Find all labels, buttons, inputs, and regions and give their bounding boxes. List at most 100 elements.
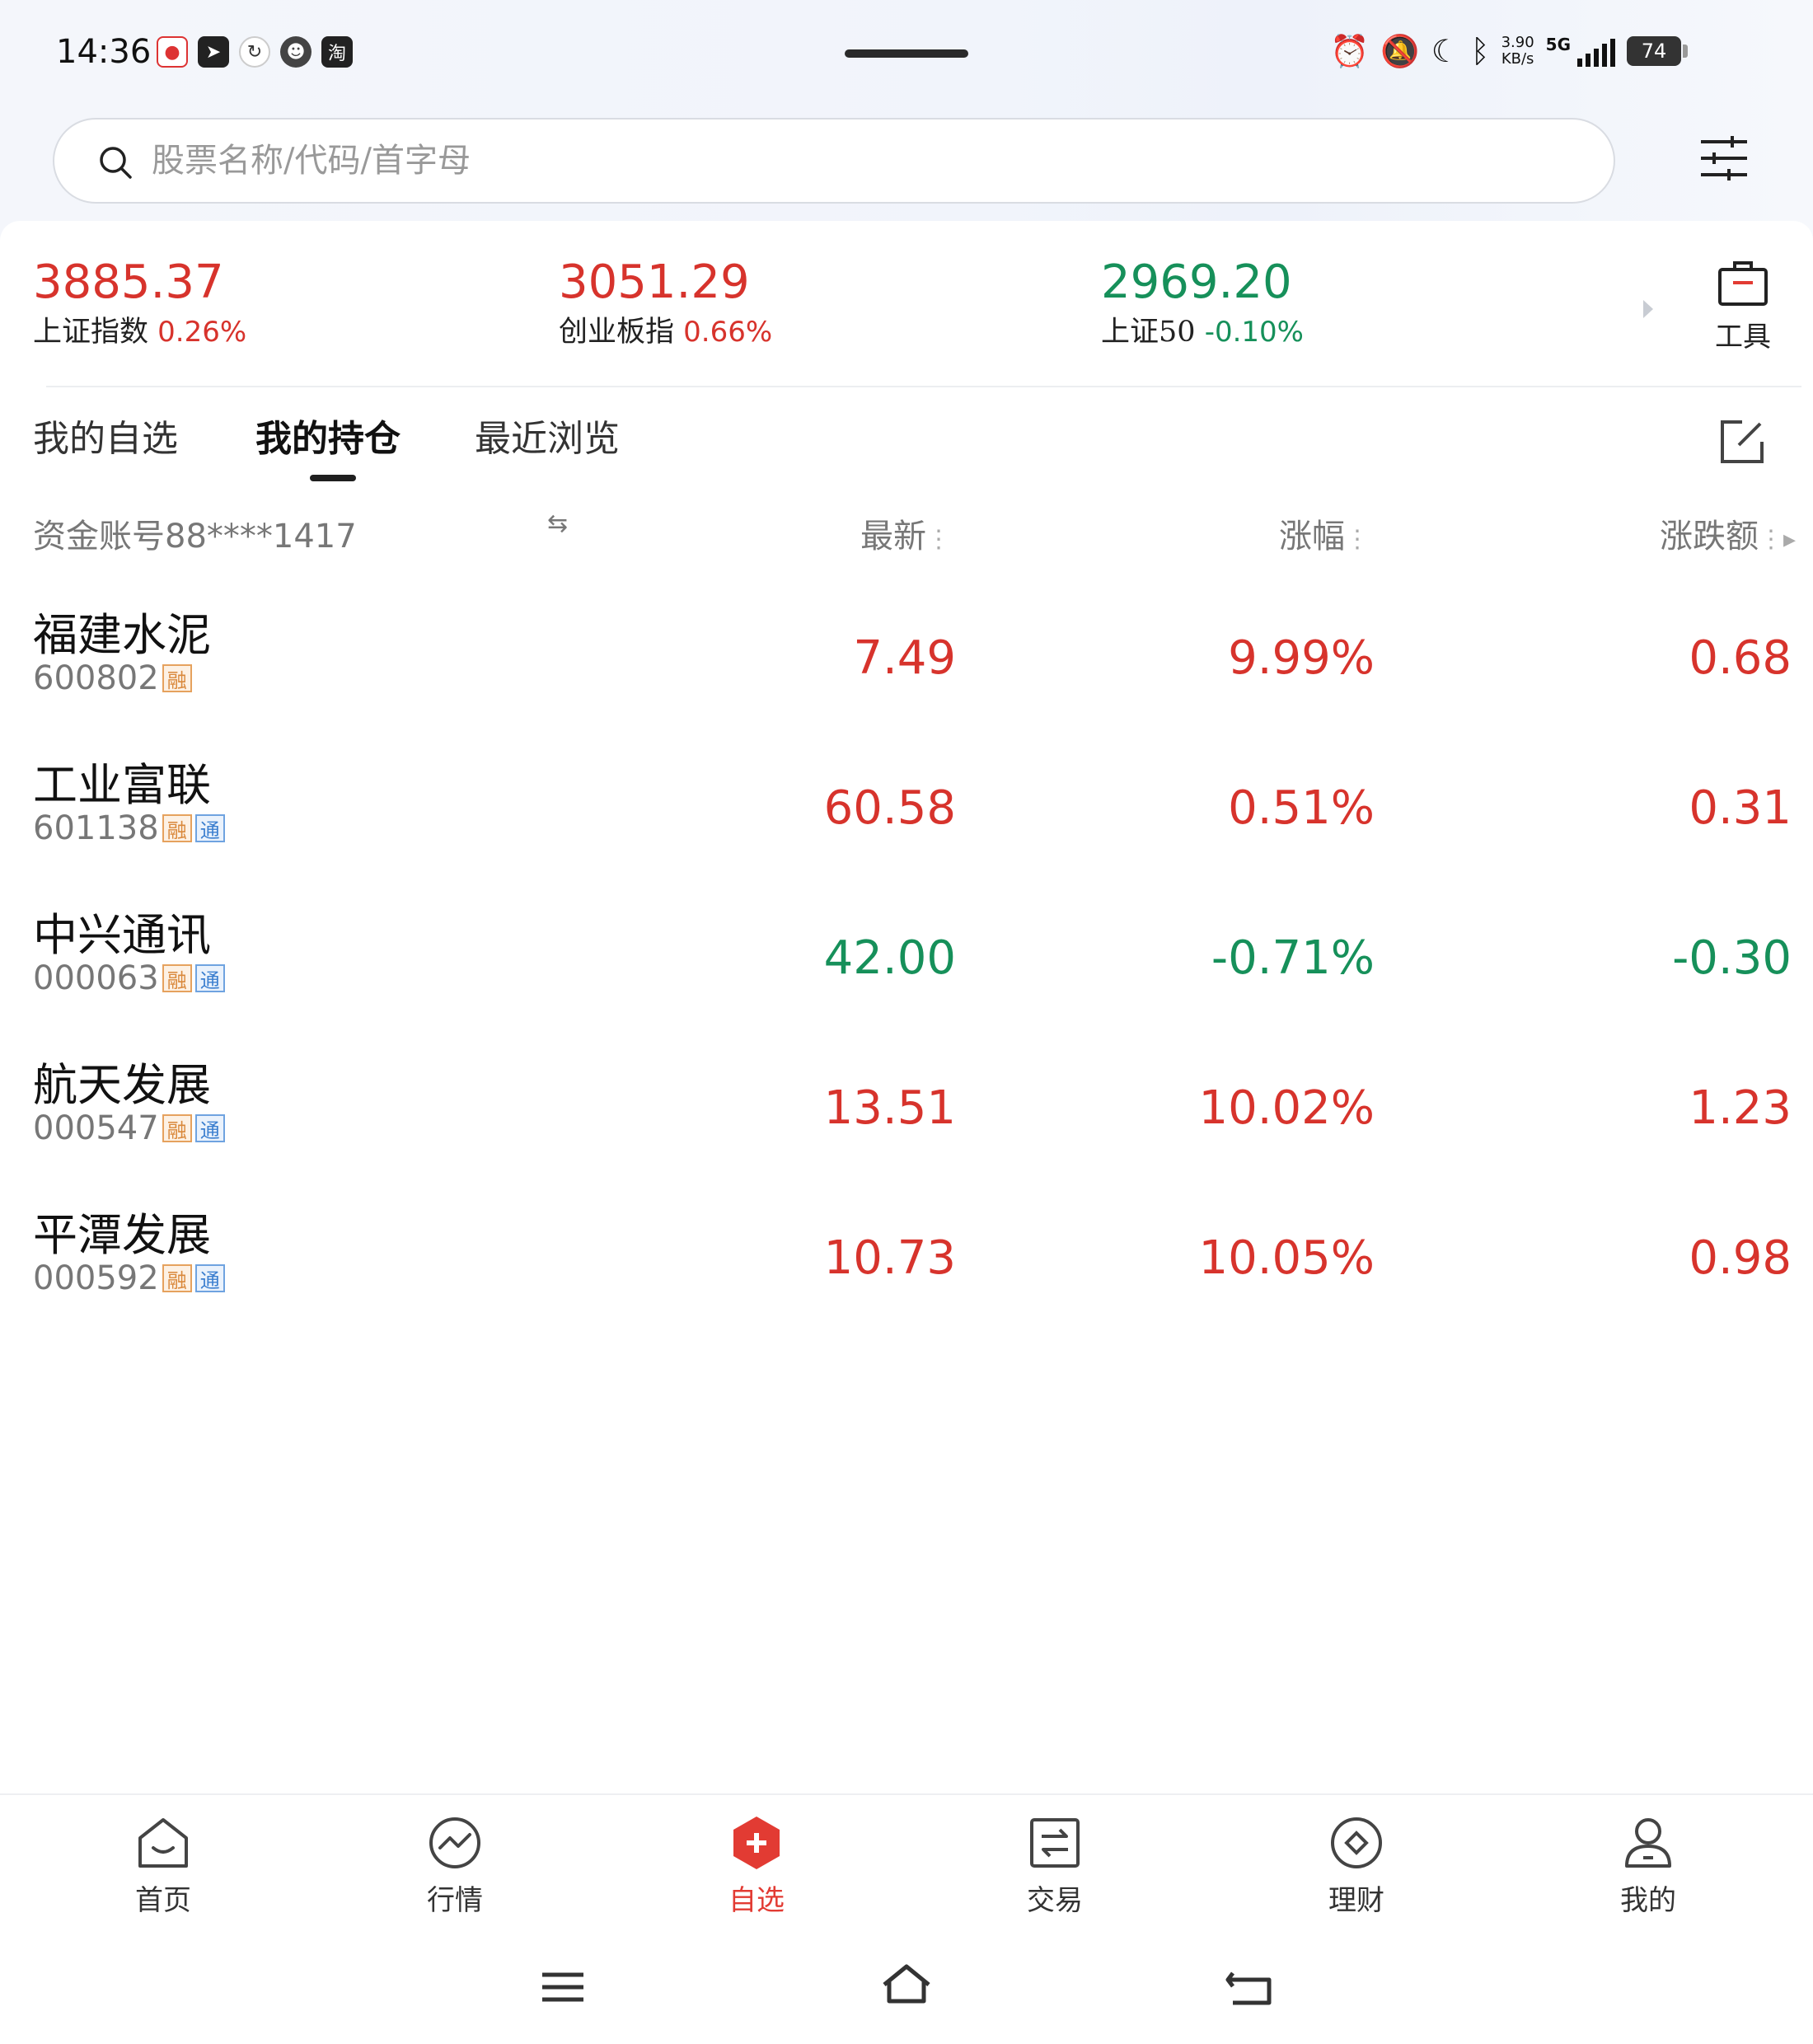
nav-market[interactable]: 行情 — [389, 1813, 521, 1918]
table-row[interactable]: 中兴通讯 000063 融通 42.00 -0.71% -0.30 — [0, 892, 1813, 1042]
tab-holdings[interactable]: 我的持仓 — [255, 409, 401, 462]
index-label: 创业板指 0.66% — [559, 312, 772, 353]
nav-wealth[interactable]: 理财 — [1291, 1813, 1422, 1918]
home-button-icon[interactable] — [878, 1958, 935, 2016]
notification-icons: ● ➤ ↻ ☻ 淘 — [157, 36, 353, 68]
index-value: 3051.29 — [559, 256, 750, 309]
tools-button[interactable]: 工具 — [1706, 258, 1780, 354]
index-chinext[interactable]: 3051.29 创业板指 0.66% — [559, 254, 772, 353]
active-tab-indicator — [310, 475, 356, 481]
lottery-app-icon: ● — [157, 36, 188, 68]
avatar-app-icon: ☻ — [280, 36, 312, 68]
tab-recent[interactable]: 最近浏览 — [475, 409, 620, 462]
system-navigation — [0, 1934, 1813, 2044]
stock-name: 平潭发展 — [33, 1209, 211, 1261]
menu-icon[interactable] — [534, 1958, 592, 2016]
sort-latest[interactable]: 最新⋮ — [860, 509, 951, 557]
alarm-icon: ⏰ — [1330, 33, 1370, 69]
profile-icon — [1625, 1818, 1671, 1868]
bluetooth-icon: ᛒ — [1470, 33, 1490, 69]
tab-watchlist[interactable]: 我的自选 — [33, 409, 178, 462]
nav-profile[interactable]: 我的 — [1582, 1813, 1714, 1918]
search-input[interactable] — [152, 134, 1553, 187]
main-content: 3885.37 上证指数 0.26% 3051.29 创业板指 0.66% 29… — [0, 221, 1813, 1793]
vpn-icon: ↻ — [239, 36, 270, 68]
sort-change-amount[interactable]: 涨跌额⋮▸ — [1660, 509, 1796, 557]
home-icon — [138, 1818, 188, 1868]
connect-tag: 通 — [194, 1114, 225, 1142]
sort-icon: ⋮ — [1345, 525, 1370, 554]
nav-home[interactable]: 首页 — [97, 1813, 229, 1918]
connect-tag: 通 — [194, 814, 225, 842]
change-pct: 0.51% — [1228, 781, 1375, 835]
market-icon — [429, 1817, 480, 1868]
nav-trade[interactable]: 交易 — [989, 1813, 1121, 1918]
index-sse50[interactable]: 2969.20 上证50 -0.10% — [1101, 254, 1304, 353]
change-pct: 10.05% — [1198, 1231, 1375, 1285]
mute-bell-icon: 🔕 — [1380, 33, 1420, 69]
wealth-icon — [1331, 1817, 1382, 1868]
latest-price: 7.49 — [853, 631, 956, 685]
sort-change-pct[interactable]: 涨幅⋮ — [1279, 509, 1370, 557]
status-bar: 14:36 ● ➤ ↻ ☻ 淘 ⏰ 🔕 ☾ ᛒ 3.90 KB/s 5G 74 — [0, 0, 1813, 107]
connect-tag: 通 — [194, 1264, 225, 1292]
header-change-amount: 涨跌额 — [1660, 518, 1759, 556]
table-row[interactable]: 航天发展 000547 融通 13.51 10.02% 1.23 — [0, 1042, 1813, 1192]
index-shanghai[interactable]: 3885.37 上证指数 0.26% — [33, 254, 246, 353]
search-bar[interactable] — [53, 118, 1615, 204]
nav-watchlist[interactable]: 自选 — [691, 1813, 822, 1918]
margin-tag: 融 — [162, 814, 192, 842]
settings-sliders-icon[interactable] — [1698, 132, 1750, 185]
header-change-pct: 涨幅 — [1279, 518, 1345, 556]
stock-name: 航天发展 — [33, 1059, 211, 1111]
index-name: 上证50 — [1101, 316, 1196, 349]
index-label: 上证指数 0.26% — [33, 312, 246, 353]
net-speed-value: 3.90 — [1501, 34, 1534, 51]
table-row[interactable]: 平潭发展 000592 融通 10.73 10.05% 0.98 — [0, 1192, 1813, 1342]
margin-tag: 融 — [162, 664, 192, 692]
margin-tag: 融 — [162, 1264, 192, 1292]
net-speed-unit: KB/s — [1501, 50, 1534, 68]
sort-icon: ⋮ — [926, 525, 951, 554]
code-text: 000547 — [33, 1109, 159, 1147]
margin-tag: 融 — [162, 1114, 192, 1142]
briefcase-icon — [1718, 261, 1768, 306]
nav-label: 理财 — [1328, 1884, 1384, 1917]
account-number: 资金账号88****1417 — [33, 518, 357, 556]
change-pct: 10.02% — [1198, 1081, 1375, 1135]
latest-price: 60.58 — [823, 781, 956, 835]
table-row[interactable]: 工业富联 601138 融通 60.58 0.51% 0.31 — [0, 742, 1813, 892]
index-value: 2969.20 — [1101, 256, 1292, 309]
taobao-icon: 淘 — [321, 36, 353, 68]
index-value: 3885.37 — [33, 256, 224, 309]
telegram-icon: ➤ — [198, 36, 229, 68]
net-speed: 3.90 KB/s — [1501, 35, 1534, 68]
change-amount: -0.30 — [1672, 931, 1792, 985]
nav-label: 交易 — [1027, 1884, 1083, 1917]
battery-icon: 74 — [1627, 36, 1688, 66]
change-amount: 0.98 — [1689, 1231, 1792, 1285]
table-row[interactable]: 福建水泥 600802 融 7.49 9.99% 0.68 — [0, 592, 1813, 742]
bottom-navigation: 首页 行情 自选 交易 理财 我的 — [0, 1793, 1813, 1934]
code-text: 600802 — [33, 659, 159, 697]
nav-label: 自选 — [728, 1884, 785, 1917]
edit-icon[interactable] — [1717, 417, 1767, 466]
change-amount: 0.68 — [1689, 631, 1792, 685]
moon-icon: ☾ — [1431, 33, 1459, 69]
signal-icon — [1577, 35, 1615, 67]
stock-code: 601138 融通 — [33, 809, 225, 847]
back-icon[interactable] — [1221, 1958, 1279, 2016]
latest-price: 10.73 — [823, 1231, 956, 1285]
divider — [46, 386, 1801, 387]
drag-handle[interactable] — [845, 49, 968, 58]
swap-icon[interactable]: ⇆ — [547, 509, 568, 538]
change-amount: 1.23 — [1689, 1081, 1792, 1135]
latest-price: 42.00 — [823, 931, 956, 985]
status-time: 14:36 — [56, 33, 152, 71]
watchlist-icon — [733, 1817, 780, 1869]
change-pct: -0.71% — [1211, 931, 1375, 985]
caret-right-icon[interactable] — [1640, 297, 1656, 321]
stock-name: 福建水泥 — [33, 609, 211, 661]
index-name: 创业板指 — [559, 316, 675, 349]
stock-code: 000547 融通 — [33, 1109, 225, 1147]
